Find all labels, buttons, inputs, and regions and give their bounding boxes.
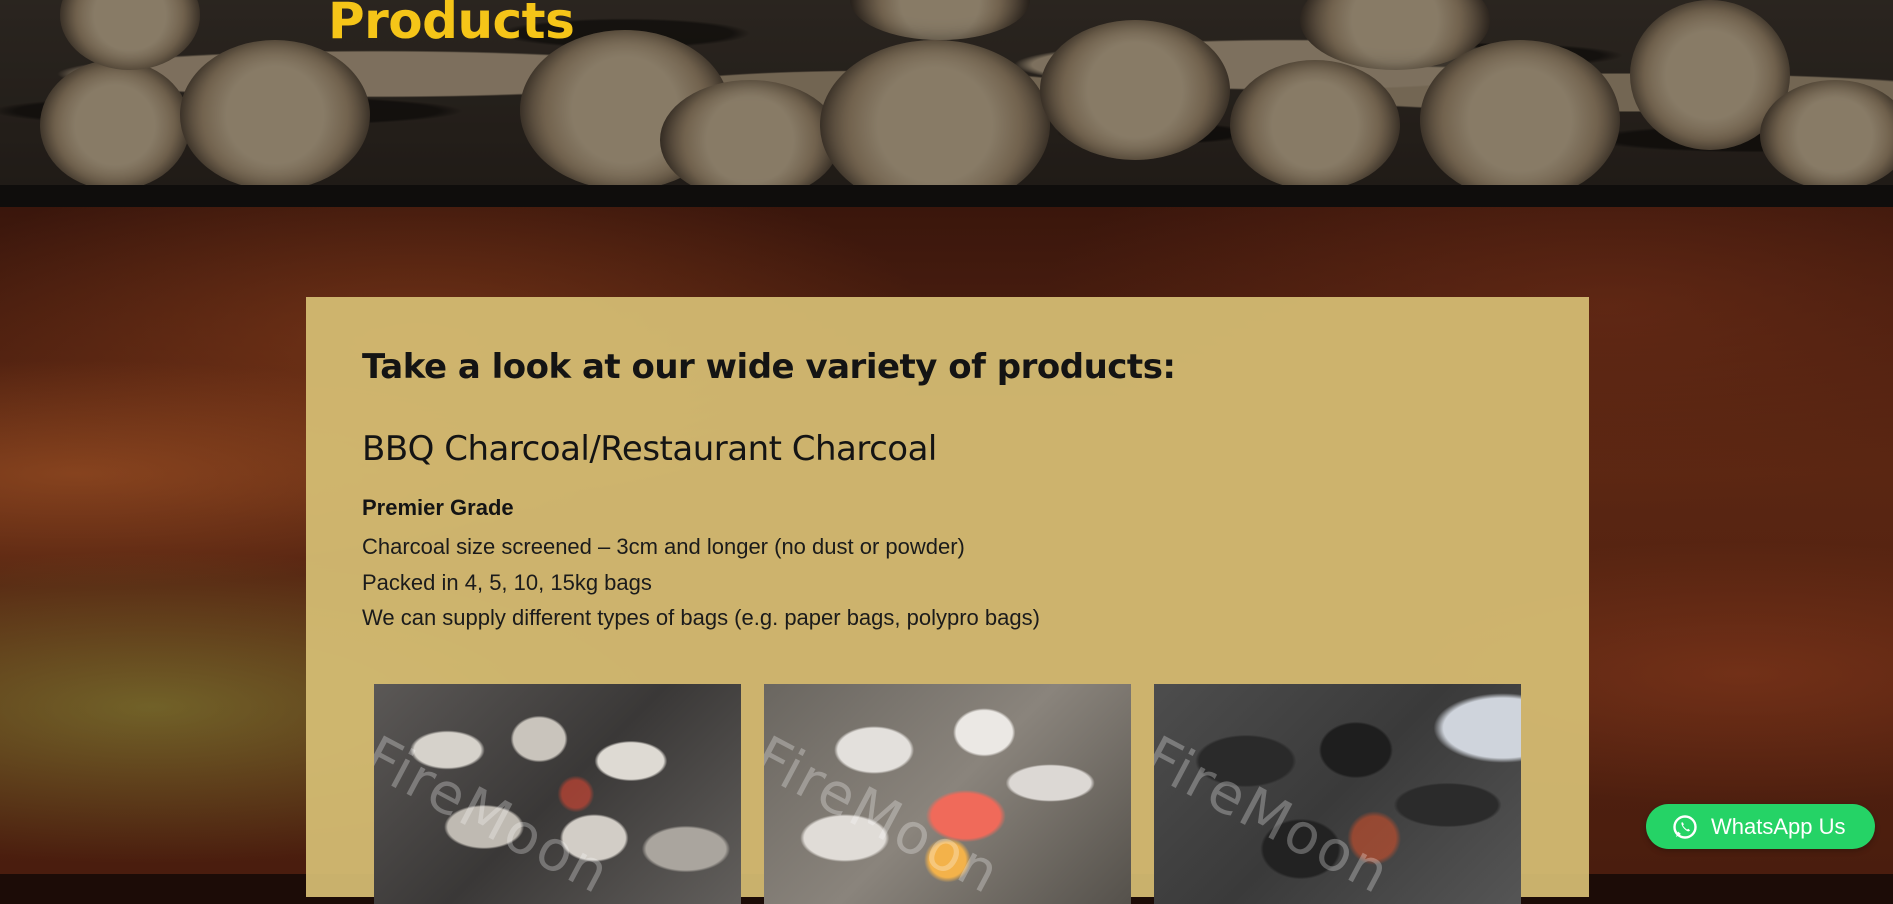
page-title: Products: [328, 0, 575, 50]
bagged-charcoal-photo[interactable]: FireMoon: [1154, 684, 1521, 904]
section-heading: Take a look at our wide variety of produ…: [362, 347, 1176, 387]
hero-overlay: [0, 0, 1893, 185]
product-card: Take a look at our wide variety of produ…: [306, 297, 1589, 904]
product-detail: Charcoal size screened – 3cm and longer …: [362, 534, 965, 559]
charcoal-pieces-photo[interactable]: FireMoon: [374, 684, 741, 904]
watermark: FireMoon: [374, 724, 621, 904]
hero-banner: Products: [0, 0, 1893, 210]
watermark: FireMoon: [1154, 724, 1401, 904]
product-detail: We can supply different types of bags (e…: [362, 605, 1040, 630]
whatsapp-label: WhatsApp Us: [1711, 813, 1846, 839]
whatsapp-button[interactable]: WhatsApp Us: [1646, 804, 1875, 849]
product-details-list: Charcoal size screened – 3cm and longer …: [362, 529, 1040, 636]
product-category-heading: BBQ Charcoal/Restaurant Charcoal: [362, 429, 937, 469]
hero-bottom-strip: [0, 185, 1893, 207]
burning-charcoal-photo[interactable]: FireMoon: [764, 684, 1131, 904]
watermark: FireMoon: [764, 724, 1011, 904]
product-detail: Packed in 4, 5, 10, 15kg bags: [362, 569, 652, 595]
whatsapp-icon: [1672, 814, 1698, 840]
product-grade: Premier Grade: [362, 495, 514, 520]
